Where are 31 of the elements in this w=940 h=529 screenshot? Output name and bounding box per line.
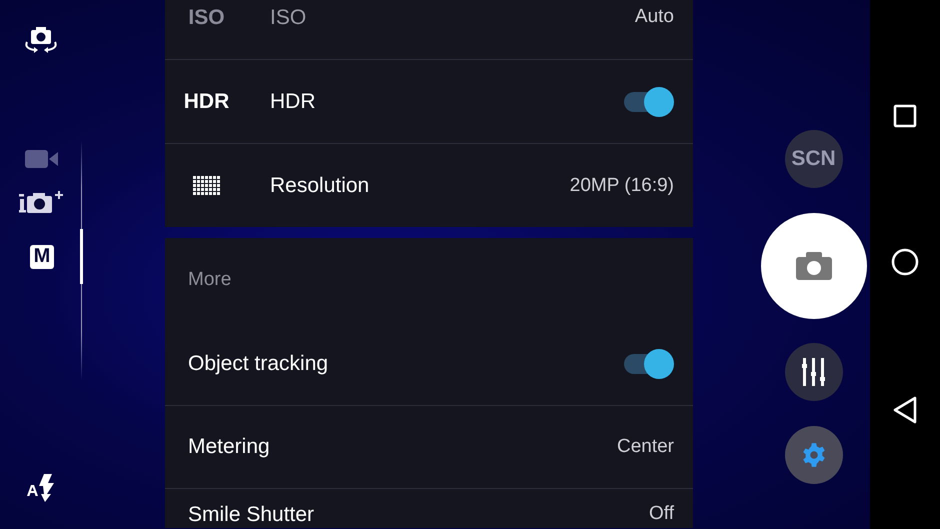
setting-label: HDR — [270, 90, 316, 114]
auto-flash-icon[interactable] — [26, 474, 56, 502]
manual-mode-button[interactable]: M — [30, 244, 54, 268]
toggle-switch[interactable] — [622, 86, 674, 116]
setting-icon: ISO — [188, 6, 225, 30]
section-header: More — [188, 269, 232, 291]
home-icon[interactable] — [891, 248, 919, 276]
setting-value: Auto — [634, 6, 674, 28]
sliders-icon — [802, 358, 826, 386]
setting-value: 20MP (16:9) — [570, 174, 674, 196]
scene-button[interactable]: SCN — [784, 130, 842, 188]
settings-row[interactable]: Resolution 20MP (16:9) — [165, 143, 693, 227]
setting-label: Metering — [188, 435, 271, 459]
settings-row[interactable]: HDR HDR — [165, 59, 693, 143]
settings-row[interactable]: Metering Center — [165, 405, 693, 488]
setting-icon: HDR — [184, 90, 230, 114]
settings-icon — [800, 442, 826, 468]
settings-row[interactable]: Smile Shutter Off — [165, 488, 693, 528]
settings-row[interactable]: Object tracking — [165, 322, 693, 405]
auto-camera-icon[interactable] — [19, 190, 65, 214]
setting-value: Center — [616, 436, 674, 458]
setting-label: Smile Shutter — [188, 503, 316, 527]
back-icon[interactable] — [892, 396, 918, 424]
setting-label: ISO — [270, 6, 308, 30]
grid-icon — [192, 176, 220, 196]
setting-label: Resolution — [270, 174, 370, 198]
camera-icon — [796, 252, 832, 280]
toggle-switch[interactable] — [622, 348, 674, 378]
recents-icon[interactable] — [893, 104, 917, 128]
setting-value: Off — [649, 503, 674, 525]
setting-label: Object tracking — [188, 352, 330, 376]
